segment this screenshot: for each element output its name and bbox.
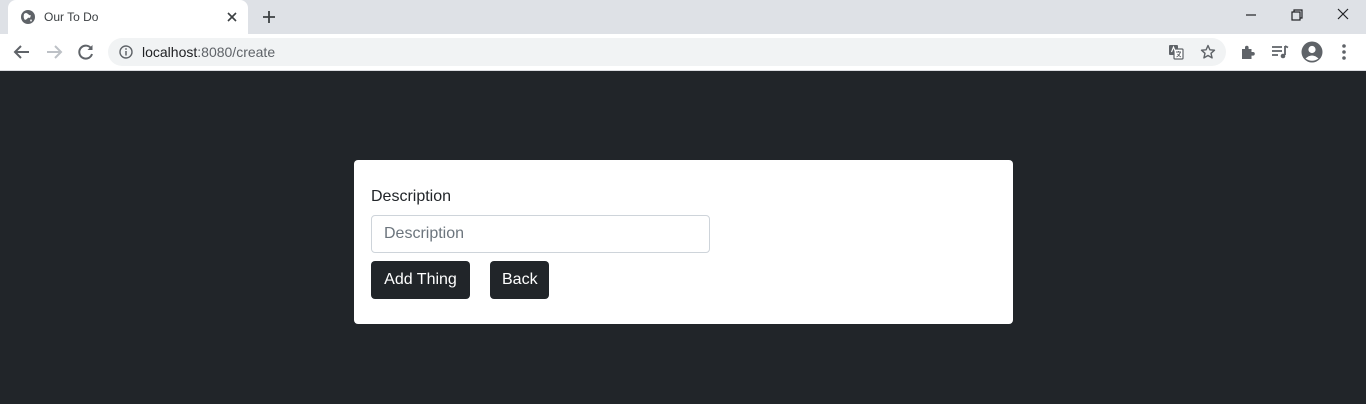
- close-tab-icon[interactable]: [224, 9, 240, 25]
- site-info-icon[interactable]: [119, 45, 133, 59]
- description-input[interactable]: [371, 215, 710, 253]
- restore-icon[interactable]: [1285, 5, 1309, 25]
- add-thing-button[interactable]: Add Thing: [371, 261, 470, 299]
- back-arrow-icon[interactable]: [12, 42, 32, 62]
- create-form-card: Description Add Thing Back: [354, 160, 1013, 324]
- forward-arrow-icon[interactable]: [44, 42, 64, 62]
- more-menu-icon[interactable]: [1334, 42, 1354, 62]
- address-bar[interactable]: localhost:8080/create: [108, 38, 1226, 66]
- minimize-icon[interactable]: [1239, 5, 1263, 25]
- new-tab-icon[interactable]: [260, 8, 278, 26]
- extensions-puzzle-icon[interactable]: [1238, 42, 1258, 62]
- tab-title: Our To Do: [44, 10, 99, 24]
- back-button[interactable]: Back: [490, 261, 549, 299]
- media-queue-icon[interactable]: [1270, 42, 1290, 62]
- browser-tabstrip: Our To Do: [0, 0, 1366, 34]
- reload-icon[interactable]: [76, 42, 96, 62]
- close-window-icon[interactable]: [1331, 5, 1355, 25]
- profile-avatar-icon[interactable]: [1301, 41, 1323, 63]
- url-host: localhost: [142, 44, 198, 60]
- browser-toolbar: localhost:8080/create: [0, 34, 1366, 71]
- description-label: Description: [371, 188, 452, 205]
- url-path: :8080/create: [197, 44, 276, 60]
- globe-icon: [21, 10, 35, 24]
- url-text[interactable]: localhost:8080/create: [142, 44, 275, 60]
- bookmark-star-icon[interactable]: [1200, 44, 1216, 60]
- browser-tab[interactable]: Our To Do: [8, 0, 248, 34]
- translate-icon[interactable]: [1168, 44, 1184, 60]
